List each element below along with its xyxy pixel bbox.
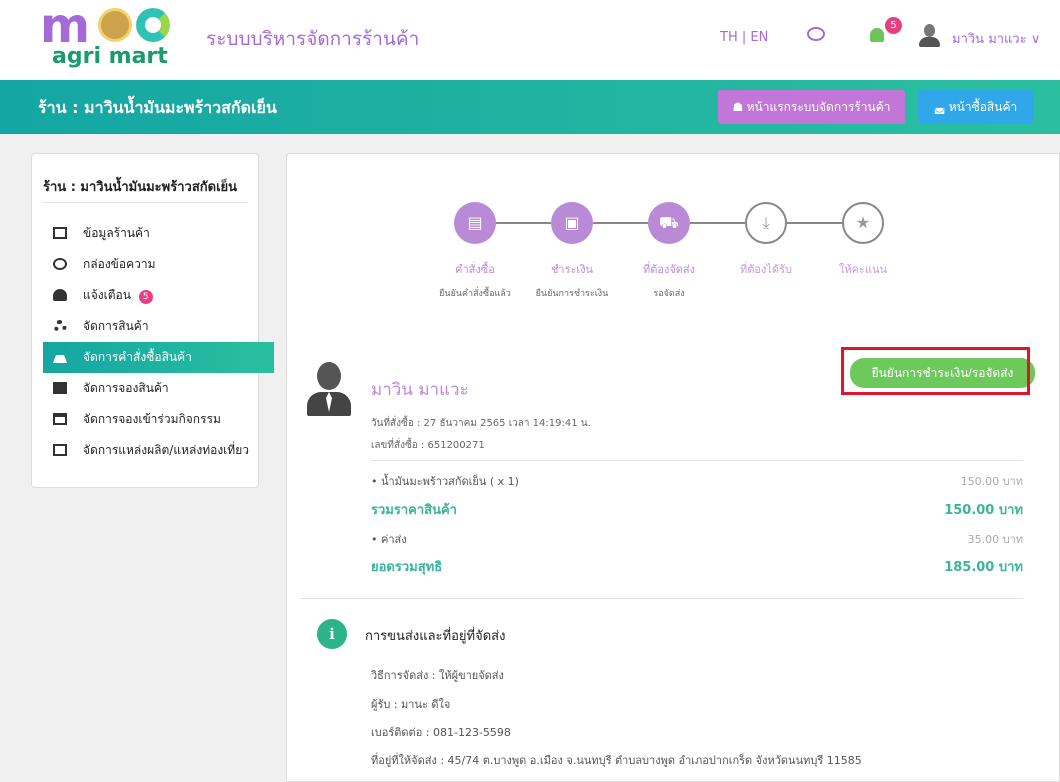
- total-value: 185.00 บาท: [944, 560, 1023, 575]
- step-status-payment: ยืนยันการชำระเงิน: [535, 289, 609, 299]
- shop-front-button[interactable]: ◛ หน้าซื้อสินค้า: [918, 90, 1033, 124]
- shipping-fee-value: 35.00 บาท: [967, 533, 1023, 546]
- shipping-section-title: การขนส่งและที่อยู่ที่จัดส่ง: [365, 629, 506, 644]
- download-icon: ⤓: [745, 202, 787, 244]
- divider: [301, 598, 1023, 599]
- sidebar-item-shop-info[interactable]: ข้อมูลร้านค้า: [43, 218, 274, 249]
- shipping-fee-label: • ค่าส่ง: [371, 533, 407, 546]
- info-icon: i: [317, 619, 347, 649]
- bell-icon[interactable]: [868, 26, 886, 46]
- bell-icon: [53, 289, 67, 301]
- order-number: เลขที่สั่งซื้อ : 651200271: [371, 440, 485, 451]
- divider: [43, 202, 247, 203]
- archive-icon: [53, 382, 67, 394]
- step-label-order: คำสั่งซื้อ: [455, 263, 495, 276]
- sidebar-item-label: แจ้งเตือน: [83, 288, 131, 302]
- highlight-box: [841, 347, 1030, 395]
- divider: [371, 460, 1023, 461]
- customer-avatar: [305, 362, 353, 418]
- sidebar-title: ร้าน : มาวินน้ำมันมะพร้าวสกัดเย็น: [43, 180, 238, 195]
- user-avatar-icon[interactable]: [918, 24, 940, 48]
- notification-badge: 5: [138, 290, 153, 304]
- subtotal-label: รวมราคาสินค้า: [371, 503, 457, 518]
- contact-phone: เบอร์ติดต่อ : 081-123-5598: [371, 726, 511, 739]
- shop-title: ร้าน : มาวินน้ำมันมะพร้าวสกัดเย็น: [38, 98, 277, 117]
- agri-mart-logo[interactable]: m agri mart: [40, 0, 180, 74]
- language-switch[interactable]: TH | EN: [720, 30, 768, 45]
- item-price: 150.00 บาท: [960, 475, 1023, 488]
- sidebar: ร้าน : มาวินน้ำมันมะพร้าวสกัดเย็น ข้อมูล…: [31, 153, 274, 488]
- step-status-order: ยืนยันคำสั่งซื้อแล้ว: [439, 289, 511, 299]
- calendar-icon: [53, 413, 67, 425]
- star-icon: ★: [842, 202, 884, 244]
- sidebar-item-label: กล่องข้อความ: [83, 257, 156, 271]
- chat-icon: [53, 258, 67, 270]
- user-menu[interactable]: มาวิน มาแวะ ∨: [952, 28, 1040, 49]
- order-detail-panel: ▤ ▣ ⛟ ⤓ ★ คำสั่งซื้อ ชำระเงิน ที่ต้องจัด…: [286, 153, 1060, 782]
- shipping-address: ที่อยู่ที่ให้จัดส่ง : 45/74 ต.บางพูด อ.เ…: [371, 754, 862, 767]
- sidebar-item-label: จัดการสินค้า: [83, 319, 149, 333]
- recipient: ผู้รับ : มานะ ดีใจ: [371, 698, 451, 711]
- customer-name: มาวิน มาแวะ: [371, 380, 469, 400]
- sidebar-item-label: ข้อมูลร้านค้า: [83, 226, 150, 240]
- step-connector: [496, 222, 551, 224]
- chat-icon[interactable]: [807, 27, 825, 41]
- money-icon: ▣: [551, 202, 593, 244]
- order-progress: ▤ ▣ ⛟ ⤓ ★ คำสั่งซื้อ ชำระเงิน ที่ต้องจัด…: [287, 154, 1060, 334]
- shop-admin-home-button[interactable]: ☗ หน้าแรกระบบจัดการร้านค้า: [718, 90, 905, 124]
- notification-badge: 5: [885, 17, 902, 34]
- step-label-payment: ชำระเงิน: [550, 263, 594, 276]
- system-name: ระบบบริหารจัดการร้านค้า: [206, 28, 420, 50]
- step-connector: [593, 222, 648, 224]
- logo-text: agri mart: [52, 44, 168, 69]
- step-status-to-ship: รอจัดส่ง: [653, 289, 685, 299]
- order-date: วันที่สั่งซื้อ : 27 ธันวาคม 2565 เวลา 14…: [371, 418, 591, 429]
- document-icon: ▤: [454, 202, 496, 244]
- id-card-icon: [53, 227, 67, 239]
- sidebar-item-places[interactable]: จัดการแหล่งผลิต/แหล่งท่องเที่ยว: [43, 435, 274, 466]
- sidebar-item-products[interactable]: จัดการสินค้า: [43, 311, 274, 342]
- step-label-rate: ให้คะแนน: [838, 263, 888, 276]
- sidebar-menu: ข้อมูลร้านค้า กล่องข้อความ แจ้งเตือน 5 จ…: [43, 218, 274, 466]
- subtotal-value: 150.00 บาท: [944, 503, 1023, 518]
- map-icon: [53, 444, 67, 456]
- boxes-icon: [53, 320, 67, 332]
- top-header: m agri mart ระบบบริหารจัดการร้านค้า TH |…: [0, 0, 1060, 80]
- sidebar-item-label: จัดการคำสั่งซื้อสินค้า: [83, 350, 192, 364]
- item-name: • น้ำมันมะพร้าวสกัดเย็น ( x 1): [371, 475, 519, 488]
- shipping-method: วิธีการจัดส่ง : ให้ผู้ขายจัดส่ง: [371, 669, 504, 682]
- truck-icon: ⛟: [648, 202, 690, 244]
- shop-band: ร้าน : มาวินน้ำมันมะพร้าวสกัดเย็น ☗ หน้า…: [0, 80, 1060, 134]
- step-label-to-ship: ที่ต้องจัดส่ง: [642, 263, 696, 276]
- total-label: ยอดรวมสุทธิ: [371, 560, 443, 575]
- sidebar-item-reservations[interactable]: จัดการจองสินค้า: [43, 373, 274, 404]
- sidebar-item-inbox[interactable]: กล่องข้อความ: [43, 249, 274, 280]
- sidebar-item-label: จัดการจองสินค้า: [83, 381, 169, 395]
- basket-icon: [53, 351, 67, 363]
- sidebar-item-orders[interactable]: จัดการคำสั่งซื้อสินค้า: [43, 342, 274, 373]
- sidebar-item-activities[interactable]: จัดการจองเข้าร่วมกิจกรรม: [43, 404, 274, 435]
- step-label-to-receive: ที่ต้องได้รับ: [740, 263, 792, 276]
- step-connector: [690, 222, 745, 224]
- sidebar-item-notifications[interactable]: แจ้งเตือน 5: [43, 280, 274, 311]
- sidebar-item-label: จัดการจองเข้าร่วมกิจกรรม: [83, 412, 221, 426]
- step-connector: [787, 222, 842, 224]
- sidebar-item-label: จัดการแหล่งผลิต/แหล่งท่องเที่ยว: [83, 443, 249, 457]
